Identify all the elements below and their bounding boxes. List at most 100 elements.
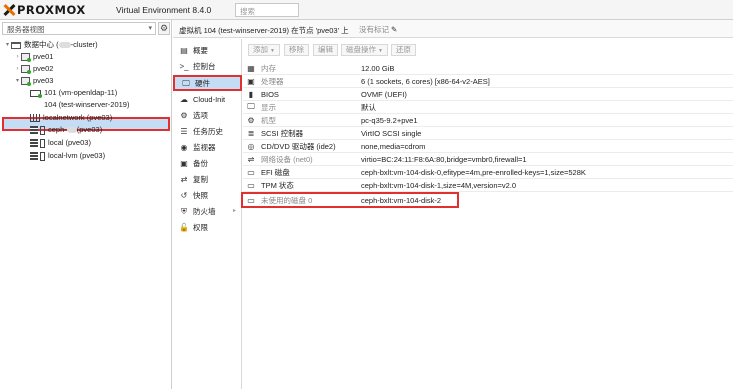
expand-toggle-icon[interactable]: ▾ xyxy=(14,75,21,87)
menu-item-hardware[interactable]: 🖵 硬件 xyxy=(173,75,242,91)
tree-node-localnetwork[interactable]: localnetwork (pve03) xyxy=(30,112,112,124)
menu-item-summary[interactable]: ▤ 概要 xyxy=(173,44,242,57)
hardware-value: 6 (1 sockets, 6 cores) [x86-64-v2-AES] xyxy=(361,76,490,86)
search-input[interactable]: 搜索 xyxy=(235,3,299,17)
cdrom-icon: ◎ xyxy=(247,141,255,151)
menu-item-monitor[interactable]: ◉ 监视器 xyxy=(173,141,242,154)
view-select-value: 服务器视图 xyxy=(7,25,45,34)
storage-icon xyxy=(30,138,38,148)
hardware-row-scsi-controller[interactable]: ≣ SCSI 控制器 VirtIO SCSI single xyxy=(243,127,733,140)
network-icon: ⇌ xyxy=(247,154,255,164)
hardware-value: 12.00 GiB xyxy=(361,63,395,73)
revert-button[interactable]: 还原 xyxy=(391,44,416,56)
tree-node-label-suffix: -cluster) xyxy=(70,40,98,49)
storage-icon xyxy=(30,151,38,161)
hdd-icon: ▭ xyxy=(247,195,255,205)
disk-action-button[interactable]: 磁盘操作 ▼ xyxy=(341,44,388,56)
server-icon xyxy=(21,53,31,62)
menu-item-console[interactable]: >_ 控制台 xyxy=(173,60,242,73)
hardware-row-machine[interactable]: ⚙ 机型 pc-q35-9.2+pve1 xyxy=(243,114,733,127)
tree-node-label: ceph- xyxy=(48,125,67,134)
hardware-toolbar: 添加 ▼ 移除 编辑 磁盘操作 ▼ 还原 xyxy=(243,39,733,61)
hardware-value: pc-q35-9.2+pve1 xyxy=(361,115,418,125)
chevron-down-icon: ▼ xyxy=(270,48,275,54)
hardware-row-net0[interactable]: ⇌ 网络设备 (net0) virtio=BC:24:11:F8:6A:80,b… xyxy=(243,153,733,166)
edit-button[interactable]: 编辑 xyxy=(313,44,338,56)
hardware-value: ceph-bxlt:vm-104-disk-2 xyxy=(361,195,442,205)
menu-item-cloud-init[interactable]: ☁ Cloud-Init xyxy=(173,93,242,106)
tree-node-ceph[interactable]: ceph- (pve03) xyxy=(30,124,102,136)
tree-node-label: pve01 xyxy=(33,52,54,61)
tree-node-local[interactable]: local (pve03) xyxy=(30,137,91,149)
bios-icon: ▮ xyxy=(248,89,254,99)
menu-item-snapshots[interactable]: ↺ 快照 xyxy=(173,189,242,202)
tree-node-local-lvm[interactable]: local-lvm (pve03) xyxy=(30,150,105,162)
hardware-row-cdrom[interactable]: ◎ CD/DVD 驱动器 (ide2) none,media=cdrom xyxy=(243,140,733,153)
menu-item-label: 防火墙 xyxy=(193,207,216,216)
machine-gears-icon: ⚙ xyxy=(247,115,255,125)
hardware-value: 默认 xyxy=(361,102,376,112)
storage-side-icon xyxy=(40,138,45,148)
hardware-row-tpm-state[interactable]: ▭ TPM 状态 ceph-bxlt:vm-104-disk-1,size=4M… xyxy=(243,179,733,192)
menu-item-options[interactable]: ⚙ 选项 xyxy=(173,109,242,122)
remove-button[interactable]: 移除 xyxy=(284,44,309,56)
hardware-row-memory[interactable]: ▦ 内存 12.00 GiB xyxy=(243,62,733,75)
menu-item-firewall[interactable]: ⛨ 防火墙 ▸ xyxy=(173,205,242,218)
redacted-text xyxy=(58,42,71,48)
hardware-value: OVMF (UEFI) xyxy=(361,89,407,99)
chevron-right-icon: ▸ xyxy=(232,208,236,214)
tree-node-label: local (pve03) xyxy=(48,138,91,147)
page-title: 虚拟机 104 (test-winserver-2019) 在节点 'pve03… xyxy=(179,26,349,35)
tags-button[interactable]: 没有标记 ✎ xyxy=(359,24,397,35)
tree-node-vm-104[interactable]: 104 (test-winserver-2019) xyxy=(44,99,129,111)
tree-node-pve01[interactable]: › pve01 xyxy=(14,51,53,63)
retweet-icon: ⇄ xyxy=(180,175,188,184)
unlock-icon: 🔓 xyxy=(179,223,189,232)
expand-toggle-icon[interactable]: ▾ xyxy=(4,39,11,51)
menu-item-backup[interactable]: ▣ 备份 xyxy=(173,157,242,170)
hardware-row-efi-disk[interactable]: ▭ EFI 磁盘 ceph-bxlt:vm-104-disk-0,efitype… xyxy=(243,166,733,179)
vm-icon xyxy=(30,89,42,98)
hardware-key: 未使用的磁盘 0 xyxy=(261,195,313,205)
tree-node-datacenter[interactable]: ▾ 数据中心 ( -cluster) xyxy=(4,39,98,51)
menu-item-label: 硬件 xyxy=(195,78,210,88)
vm-title-bar: 虚拟机 104 (test-winserver-2019) 在节点 'pve03… xyxy=(173,20,733,38)
top-bar: PROXMOX Virtual Environment 8.4.0 搜索 xyxy=(0,0,733,20)
tree-node-vm-101[interactable]: 101 (vm-openldap-11) xyxy=(30,87,117,99)
menu-item-replication[interactable]: ⇄ 复制 xyxy=(173,173,242,186)
expand-toggle-icon[interactable]: › xyxy=(14,63,21,75)
gear-icon[interactable]: ⚙ xyxy=(158,22,170,35)
pencil-icon: ✎ xyxy=(391,25,398,34)
proxmox-logo: PROXMOX xyxy=(3,3,86,17)
remove-button-label: 移除 xyxy=(289,45,304,54)
eye-icon: ◉ xyxy=(180,143,188,152)
resource-tree-panel: 服务器视图 ▾ ⚙ ▾ 数据中心 ( -cluster) › pve01 › p… xyxy=(0,20,172,389)
menu-item-permissions[interactable]: 🔓 权限 xyxy=(173,221,242,234)
tree-node-label: pve03 xyxy=(33,76,54,85)
hardware-row-bios[interactable]: ▮ BIOS OVMF (UEFI) xyxy=(243,88,733,101)
hardware-key: CD/DVD 驱动器 (ide2) xyxy=(261,141,336,151)
hardware-value: ceph-bxlt:vm-104-disk-0,efitype=4m,pre-e… xyxy=(361,167,586,177)
hardware-row-unused-disk-0[interactable]: ▭ 未使用的磁盘 0 ceph-bxlt:vm-104-disk-2 xyxy=(241,192,459,208)
view-select[interactable]: 服务器视图 ▾ xyxy=(2,22,156,35)
tree-node-label: localnetwork (pve03) xyxy=(43,113,113,122)
tree-node-pve03[interactable]: ▾ pve03 xyxy=(14,75,53,87)
hardware-row-cpu[interactable]: ▣ 处理器 6 (1 sockets, 6 cores) [x86-64-v2-… xyxy=(243,75,733,88)
menu-item-label: 监视器 xyxy=(193,143,216,152)
tree-node-pve02[interactable]: › pve02 xyxy=(14,63,53,75)
hardware-key: TPM 状态 xyxy=(261,180,294,190)
datacenter-icon xyxy=(11,41,21,49)
add-button[interactable]: 添加 ▼ xyxy=(248,44,280,56)
monitor-icon: 🖵 xyxy=(182,78,190,88)
menu-item-task-history[interactable]: ☰ 任务历史 xyxy=(173,125,242,138)
hardware-key: EFI 磁盘 xyxy=(261,167,290,177)
chevron-down-icon: ▾ xyxy=(148,25,152,32)
hardware-row-display[interactable]: 🖵 显示 默认 xyxy=(243,101,733,114)
hardware-key: 网络设备 (net0) xyxy=(261,154,313,164)
hardware-key: 机型 xyxy=(261,115,276,125)
expand-toggle-icon[interactable]: › xyxy=(14,51,21,63)
hardware-key: 显示 xyxy=(261,102,276,112)
floppy-icon: ▣ xyxy=(180,159,188,168)
options-gear-icon: ⚙ xyxy=(180,111,188,120)
menu-item-label: 选项 xyxy=(193,111,208,120)
